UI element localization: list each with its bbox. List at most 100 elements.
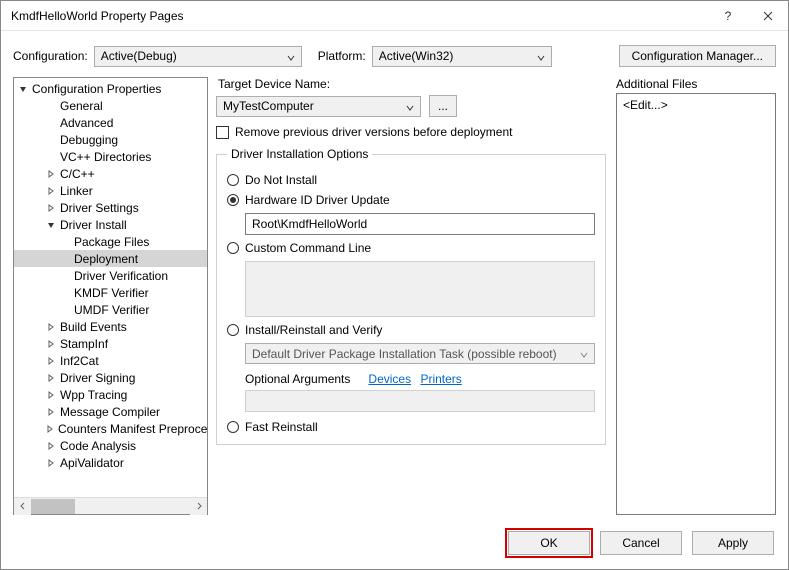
- printers-link[interactable]: Printers: [420, 372, 461, 386]
- tree-item[interactable]: KMDF Verifier: [14, 284, 207, 301]
- tree-item[interactable]: Build Events: [14, 318, 207, 335]
- browse-button[interactable]: ...: [429, 95, 457, 117]
- tree-item-label: KMDF Verifier: [72, 286, 151, 300]
- target-device-combo[interactable]: MyTestComputer: [216, 96, 421, 117]
- additional-files-panel: Additional Files <Edit...>: [616, 77, 776, 515]
- triangle-right-icon[interactable]: [46, 374, 56, 382]
- triangle-right-icon[interactable]: [46, 204, 56, 212]
- triangle-right-icon[interactable]: [46, 170, 56, 178]
- devices-link[interactable]: Devices: [368, 372, 411, 386]
- tree-item[interactable]: Package Files: [14, 233, 207, 250]
- triangle-right-icon[interactable]: [46, 459, 56, 467]
- tree-item-label: Advanced: [58, 116, 115, 130]
- center-panel: Target Device Name: MyTestComputer ... R…: [216, 77, 606, 515]
- triangle-right-icon[interactable]: [46, 442, 56, 450]
- tree-item[interactable]: ApiValidator: [14, 454, 207, 471]
- tree-item[interactable]: General: [14, 97, 207, 114]
- cancel-button[interactable]: Cancel: [600, 531, 682, 555]
- optional-args-input[interactable]: [245, 390, 595, 412]
- tree-item-label: Driver Signing: [58, 371, 137, 385]
- triangle-down-icon[interactable]: [18, 85, 28, 93]
- tree-item-label: Wpp Tracing: [58, 388, 129, 402]
- tree-item-label: Deployment: [72, 252, 140, 266]
- tree-item[interactable]: Wpp Tracing: [14, 386, 207, 403]
- help-button[interactable]: ?: [708, 1, 748, 31]
- close-button[interactable]: [748, 1, 788, 31]
- radio-hardware-id[interactable]: [227, 194, 239, 206]
- triangle-right-icon[interactable]: [46, 187, 56, 195]
- tree-item-label: C/C++: [58, 167, 97, 181]
- tree-item[interactable]: VC++ Directories: [14, 148, 207, 165]
- radio-fast-reinstall[interactable]: [227, 421, 239, 433]
- tree-item[interactable]: Driver Install: [14, 216, 207, 233]
- scroll-left-icon[interactable]: [14, 498, 31, 515]
- tree-item-label: Debugging: [58, 133, 120, 147]
- configuration-combo[interactable]: Active(Debug): [94, 46, 302, 67]
- tree-item-label: Counters Manifest Preprocess: [56, 422, 207, 436]
- radio-do-not-install[interactable]: [227, 174, 239, 186]
- tree-item[interactable]: C/C++: [14, 165, 207, 182]
- tree-item[interactable]: Code Analysis: [14, 437, 207, 454]
- triangle-right-icon[interactable]: [46, 340, 56, 348]
- driver-install-legend: Driver Installation Options: [227, 147, 372, 161]
- custom-cmd-text[interactable]: [245, 261, 595, 317]
- driver-install-options-group: Driver Installation Options Do Not Insta…: [216, 147, 606, 445]
- tree-item-label: Linker: [58, 184, 95, 198]
- tree-item[interactable]: Linker: [14, 182, 207, 199]
- tree-item[interactable]: Driver Settings: [14, 199, 207, 216]
- chevron-down-icon: [287, 51, 295, 65]
- tree-item[interactable]: Driver Verification: [14, 267, 207, 284]
- tree-panel: Configuration Properties General Advanced…: [13, 77, 208, 515]
- close-icon: [763, 11, 773, 21]
- tree-item-label: Message Compiler: [58, 405, 162, 419]
- label-install-verify: Install/Reinstall and Verify: [245, 323, 382, 337]
- label-custom-cmd: Custom Command Line: [245, 241, 371, 255]
- additional-files-box[interactable]: <Edit...>: [616, 93, 776, 515]
- configuration-manager-button[interactable]: Configuration Manager...: [619, 45, 776, 67]
- install-task-value: Default Driver Package Installation Task…: [252, 347, 557, 361]
- window-title: KmdfHelloWorld Property Pages: [11, 9, 708, 23]
- tree-item-label: General: [58, 99, 105, 113]
- tree-item[interactable]: Counters Manifest Preprocess: [14, 420, 207, 437]
- tree-root[interactable]: Configuration Properties: [14, 80, 207, 97]
- configuration-value: Active(Debug): [101, 49, 177, 63]
- triangle-right-icon[interactable]: [46, 425, 54, 433]
- remove-previous-checkbox[interactable]: [216, 126, 229, 139]
- configuration-label: Configuration:: [13, 49, 88, 63]
- dialog-window: KmdfHelloWorld Property Pages ? Configur…: [0, 0, 789, 570]
- radio-custom-cmd[interactable]: [227, 242, 239, 254]
- triangle-right-icon[interactable]: [46, 391, 56, 399]
- scrollbar-thumb[interactable]: [31, 499, 75, 514]
- radio-install-verify[interactable]: [227, 324, 239, 336]
- additional-files-label: Additional Files: [616, 77, 776, 91]
- triangle-right-icon[interactable]: [46, 323, 56, 331]
- hardware-id-input[interactable]: Root\KmdfHelloWorld: [245, 213, 595, 235]
- triangle-right-icon[interactable]: [46, 408, 56, 416]
- install-task-combo[interactable]: Default Driver Package Installation Task…: [245, 343, 595, 364]
- chevron-down-icon: [406, 101, 414, 115]
- target-device-label: Target Device Name:: [218, 77, 606, 91]
- tree-item-label: Package Files: [72, 235, 151, 249]
- scroll-right-icon[interactable]: [190, 498, 207, 515]
- tree-item-label: UMDF Verifier: [72, 303, 151, 317]
- tree-item[interactable]: Deployment: [14, 250, 207, 267]
- tree-item[interactable]: StampInf: [14, 335, 207, 352]
- tree-item[interactable]: Driver Signing: [14, 369, 207, 386]
- tree-item[interactable]: Advanced: [14, 114, 207, 131]
- ok-button[interactable]: OK: [508, 531, 590, 555]
- horizontal-scrollbar[interactable]: [14, 497, 207, 514]
- remove-previous-label: Remove previous driver versions before d…: [235, 125, 512, 139]
- tree-item-label: Inf2Cat: [58, 354, 101, 368]
- dialog-body: Configuration Properties General Advanced…: [1, 77, 788, 521]
- triangle-right-icon[interactable]: [46, 357, 56, 365]
- triangle-down-icon[interactable]: [46, 221, 56, 229]
- tree-item[interactable]: Debugging: [14, 131, 207, 148]
- tree-item[interactable]: UMDF Verifier: [14, 301, 207, 318]
- tree-item-label: Code Analysis: [58, 439, 138, 453]
- nav-tree[interactable]: Configuration Properties General Advanced…: [14, 78, 207, 497]
- label-fast-reinstall: Fast Reinstall: [245, 420, 318, 434]
- apply-button[interactable]: Apply: [692, 531, 774, 555]
- tree-item[interactable]: Inf2Cat: [14, 352, 207, 369]
- platform-combo[interactable]: Active(Win32): [372, 46, 552, 67]
- tree-item[interactable]: Message Compiler: [14, 403, 207, 420]
